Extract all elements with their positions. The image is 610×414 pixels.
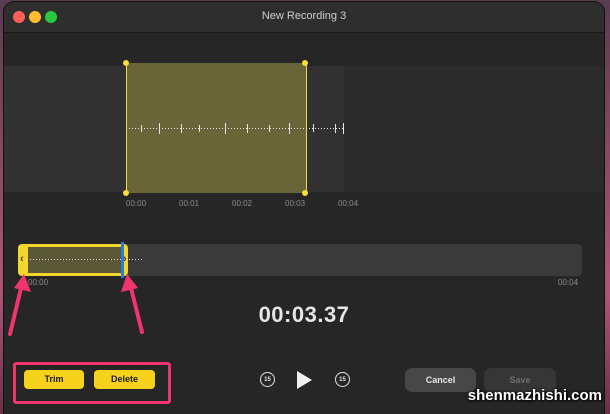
trim-left-handle[interactable]: ‹ — [20, 253, 24, 265]
timeline-label: 00:02 — [232, 199, 253, 208]
selection-handle-top-left[interactable] — [123, 60, 129, 66]
trim-window: New Recording 3 00:00 00:01 00:02 00:03 … — [4, 2, 604, 414]
skip-back-icon[interactable]: 15 — [260, 372, 275, 387]
play-icon[interactable] — [297, 371, 312, 389]
title-bar: New Recording 3 — [4, 2, 604, 33]
timeline-label: 00:03 — [285, 199, 306, 208]
waveform-peaks — [129, 123, 345, 134]
annotation-arrow-left-icon — [8, 274, 31, 336]
timeline-label: 00:04 — [338, 199, 359, 208]
waveform-unrecorded-area — [344, 66, 604, 192]
watermark-text: shenmazhishi.com — [467, 387, 602, 404]
overview-end-label: 00:04 — [558, 278, 579, 287]
overview-selection-body — [28, 247, 121, 273]
selection-handle-bottom-left[interactable] — [123, 190, 129, 196]
skip-forward-icon[interactable]: 15 — [335, 372, 350, 387]
current-time-display: 00:03.37 — [258, 302, 350, 327]
selection-handle-bottom-right[interactable] — [302, 190, 308, 196]
trim-button[interactable]: Trim — [24, 370, 84, 389]
selection-handle-top-right[interactable] — [302, 60, 308, 66]
annotation-arrow-right-icon — [121, 274, 144, 334]
window-title: New Recording 3 — [261, 10, 347, 22]
timeline-label: 00:00 — [126, 199, 147, 208]
cancel-button[interactable]: Cancel — [405, 368, 476, 392]
timeline-label: 00:01 — [179, 199, 200, 208]
delete-button[interactable]: Delete — [94, 370, 155, 389]
